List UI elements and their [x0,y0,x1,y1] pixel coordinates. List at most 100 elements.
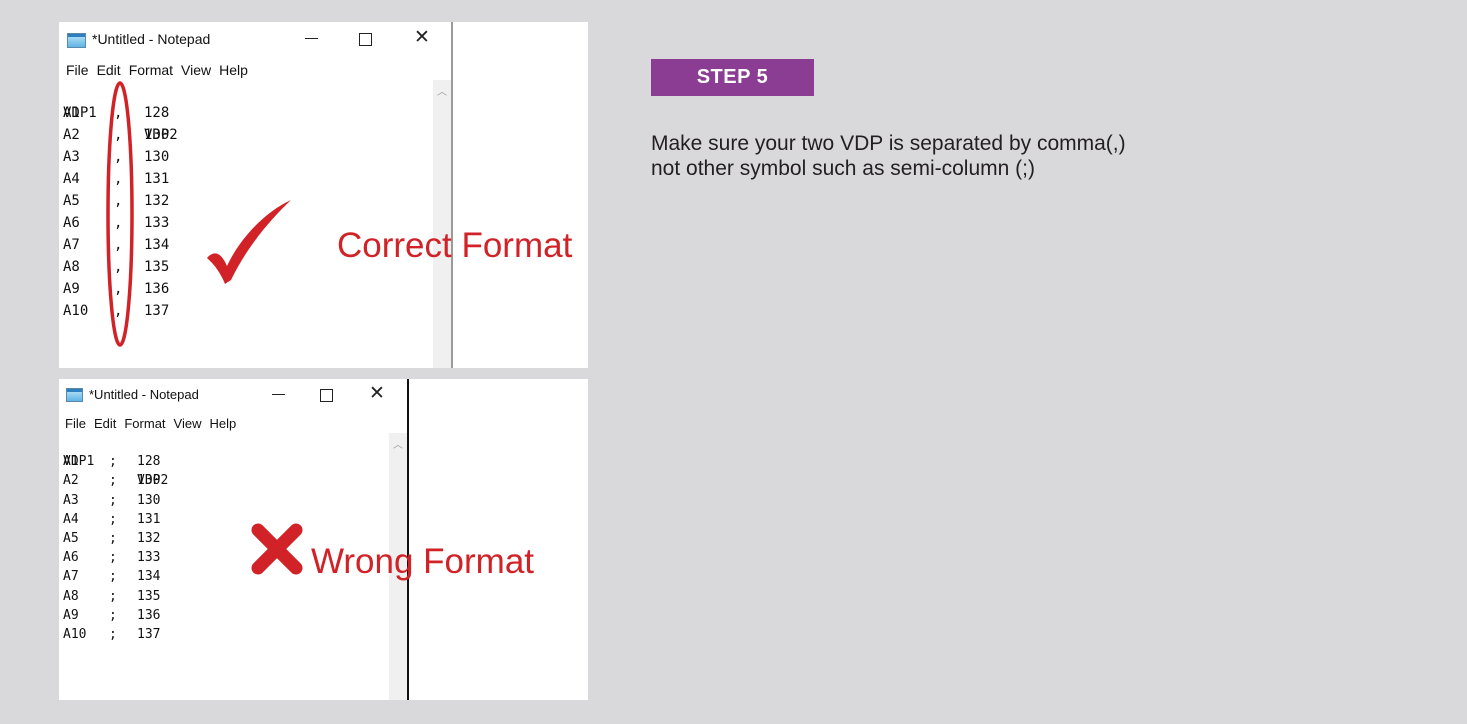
menu-bar: File Edit Format View Help [65,416,244,431]
vdp2-value: 128 [144,105,170,121]
separator: , [114,105,123,121]
instruction-line: Make sure your two VDP is separated by c… [651,132,1126,155]
vdp2-value: 130 [144,149,170,165]
separator: ; [109,626,117,642]
vdp2-value: 137 [137,626,161,642]
separator: , [114,193,123,209]
vdp1-value: A3 [63,492,79,508]
data-row: A1, 128 [63,102,169,124]
menu-help[interactable]: Help [209,416,236,431]
vdp1-value: A2 [63,473,79,489]
vdp1-value: A4 [63,171,80,187]
data-row: A7; 134 [63,567,160,586]
separator: ; [109,588,117,604]
vertical-scrollbar[interactable]: ︿ [433,80,451,368]
vdp1-value: A8 [63,259,80,275]
close-icon[interactable]: ✕ [414,26,430,50]
menu-format[interactable]: Format [129,62,173,78]
text-area[interactable]: VDP1 VDP2 A1; 128 A2; 130 A3; 130 A4; 131 A5… [63,433,168,644]
scroll-up-icon[interactable]: ︿ [437,83,447,98]
vdp2-value: 136 [137,607,161,623]
vdp1-value: A5 [63,193,80,209]
menu-bar: File Edit Format View Help [66,62,256,78]
separator: , [114,237,123,253]
vdp2-value: 130 [137,473,161,489]
data-row: A5, 132 [63,190,169,212]
data-row: A1; 128 [63,452,160,471]
vdp1-value: A9 [63,607,79,623]
minimize-icon[interactable] [305,26,318,39]
vdp2-value: 134 [144,237,170,253]
correct-format-screenshot: *Untitled - Notepad ✕ File Edit Format View… [59,22,588,368]
vdp1-value: A5 [63,530,79,546]
separator: , [114,303,123,319]
vdp1-value: A7 [63,569,79,585]
verdict-label: Wrong Format [311,542,535,581]
menu-view[interactable]: View [174,416,202,431]
notepad-window: *Untitled - Notepad ✕ File Edit Format View… [59,379,409,700]
text-area[interactable]: VDP1 VDP2 A1, 128 A2, 130 A3, 130 A4, 131 A5… [63,80,178,322]
vdp1-value: A9 [63,281,80,297]
vdp2-value: 132 [137,530,161,546]
data-row: A2; 130 [63,471,160,490]
menu-help[interactable]: Help [219,62,248,78]
data-row: A7, 134 [63,234,169,256]
data-row: A10, 137 [63,300,169,322]
vdp2-value: 131 [137,511,161,527]
menu-view[interactable]: View [181,62,211,78]
vdp1-value: A2 [63,127,80,143]
notepad-window: *Untitled - Notepad ✕ File Edit Format View… [59,22,453,368]
vdp2-value: 135 [137,588,161,604]
minimize-icon[interactable] [272,382,285,395]
menu-file[interactable]: File [65,416,86,431]
data-row: A8; 135 [63,587,160,606]
instruction-text: Make sure your two VDP is separated by c… [651,131,1126,181]
data-row: A8, 135 [63,256,169,278]
menu-edit[interactable]: Edit [97,62,121,78]
vdp2-value: 130 [137,492,161,508]
separator: , [114,215,123,231]
scroll-up-icon[interactable]: ︿ [393,436,403,451]
header-row: VDP1 VDP2 [63,80,178,143]
vdp2-value: 132 [144,193,170,209]
separator: , [114,127,123,143]
close-icon[interactable]: ✕ [369,382,385,406]
separator: ; [109,511,117,527]
title-bar: *Untitled - Notepad ✕ [59,379,407,411]
data-row: A4; 131 [63,510,160,529]
vdp2-value: 131 [144,171,170,187]
vdp2-value: 135 [144,259,170,275]
separator: ; [109,492,117,508]
menu-edit[interactable]: Edit [94,416,116,431]
window-title: *Untitled - Notepad [92,31,211,47]
data-row: A10; 137 [63,625,160,644]
step-badge: STEP 5 [651,59,814,96]
vdp1-value: A8 [63,588,79,604]
data-row: A6; 133 [63,548,160,567]
data-row: A6, 133 [63,212,169,234]
instruction-line: not other symbol such as semi-column (;) [651,157,1035,180]
separator: ; [109,530,117,546]
vdp1-value: A7 [63,237,80,253]
vdp2-value: 133 [137,550,161,566]
menu-file[interactable]: File [66,62,89,78]
separator: ; [109,454,117,470]
vdp2-value: 133 [144,215,170,231]
wrong-format-screenshot: *Untitled - Notepad ✕ File Edit Format View… [59,379,588,700]
maximize-icon[interactable] [320,382,333,402]
title-bar: *Untitled - Notepad ✕ [59,22,451,58]
vdp1-value: A3 [63,149,80,165]
menu-format[interactable]: Format [124,416,165,431]
header-row: VDP1 VDP2 [63,433,168,488]
verdict-label: Correct Format [337,226,573,265]
maximize-icon[interactable] [359,26,372,46]
vdp2-value: 136 [144,281,170,297]
separator: ; [109,473,117,489]
data-row: A3, 130 [63,146,169,168]
notepad-icon [66,388,83,402]
window-title: *Untitled - Notepad [89,387,199,402]
vdp1-value: A10 [63,626,87,642]
separator: ; [109,607,117,623]
data-row: A3; 130 [63,491,160,510]
notepad-icon [67,33,86,48]
